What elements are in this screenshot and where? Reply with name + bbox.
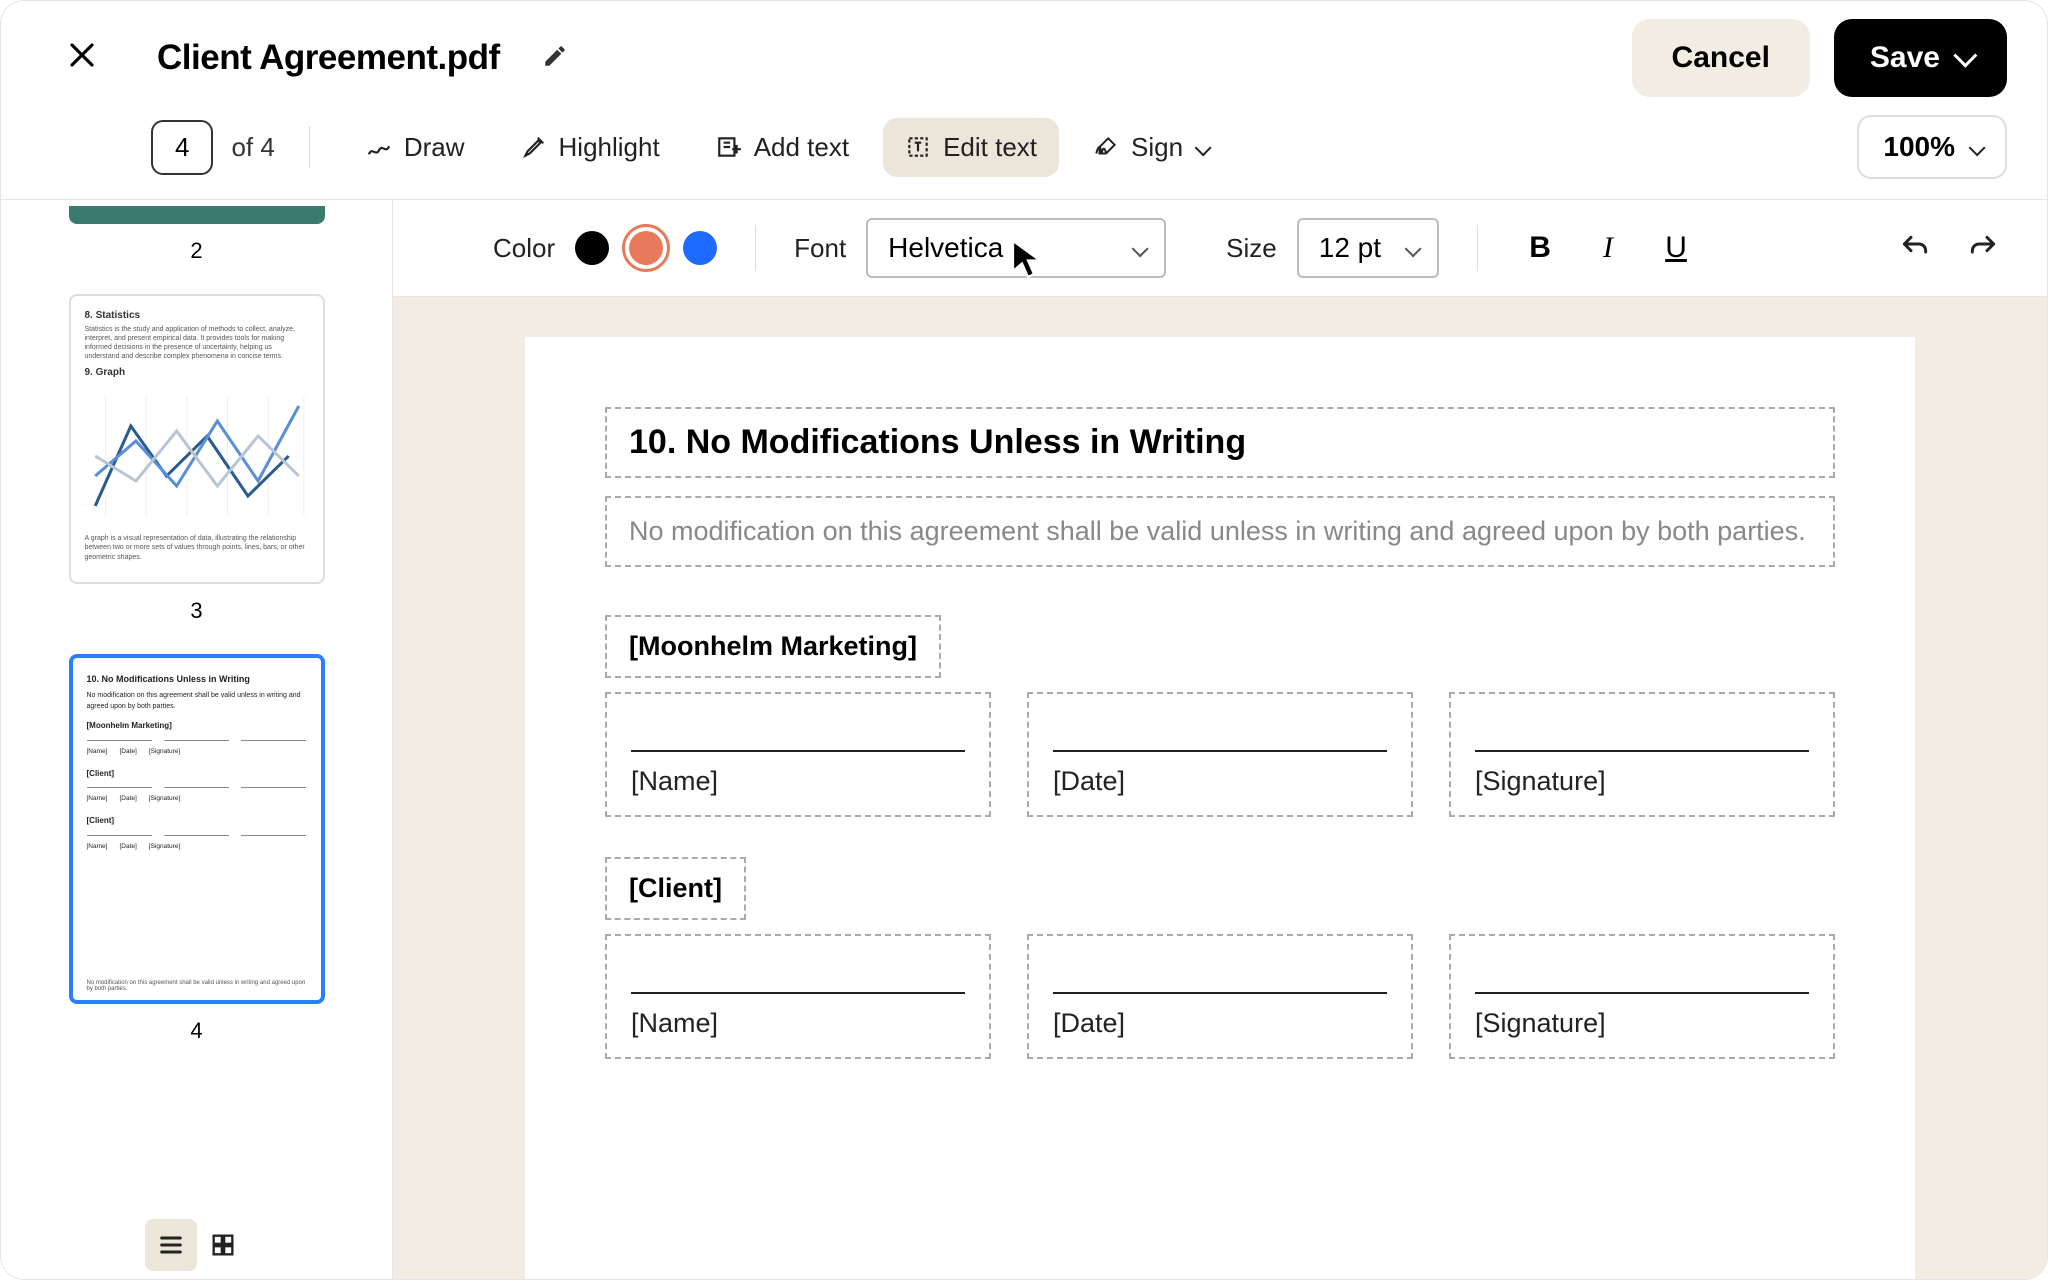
header: Client Agreement.pdf Cancel Save <box>1 1 2047 115</box>
edit-text-icon <box>905 134 931 160</box>
chevron-down-icon <box>1132 232 1144 264</box>
redo-button[interactable] <box>1959 224 2007 272</box>
chevron-down-icon <box>1969 131 1981 163</box>
editable-party1[interactable]: [Moonhelm Marketing] <box>605 615 941 678</box>
tool-sign[interactable]: Sign <box>1071 118 1229 177</box>
undo-icon <box>1899 232 1931 264</box>
bold-button[interactable]: B <box>1516 224 1564 272</box>
close-icon <box>67 40 97 70</box>
sign-icon <box>1093 134 1119 160</box>
color-orange[interactable] <box>629 231 663 265</box>
view-list-button[interactable] <box>145 1219 197 1271</box>
format-bar: Color Font Helvetica Size 12 pt B I <box>393 200 2047 297</box>
tool-draw[interactable]: Draw <box>344 118 487 177</box>
color-blue[interactable] <box>683 231 717 265</box>
editable-name-2[interactable]: [Name] <box>605 934 991 1059</box>
thumbnail-label-2: 2 <box>190 238 202 264</box>
color-label: Color <box>493 233 555 264</box>
page-input[interactable]: 4 <box>151 120 213 175</box>
chevron-down-icon <box>1954 41 1971 75</box>
rename-button[interactable] <box>542 43 568 74</box>
save-button-label: Save <box>1870 41 1940 75</box>
editable-heading[interactable]: 10. No Modifications Unless in Writing <box>605 407 1835 478</box>
thumbnail-label-3: 3 <box>190 598 202 624</box>
editable-signature-1[interactable]: [Signature] <box>1449 692 1835 817</box>
size-select[interactable]: 12 pt <box>1297 218 1439 278</box>
list-icon <box>157 1231 185 1259</box>
editable-body[interactable]: No modification on this agreement shall … <box>605 496 1835 567</box>
chevron-down-icon <box>1195 132 1207 163</box>
color-black[interactable] <box>575 231 609 265</box>
save-button[interactable]: Save <box>1834 19 2007 97</box>
editable-name-1[interactable]: [Name] <box>605 692 991 817</box>
underline-button[interactable]: U <box>1652 224 1700 272</box>
close-button[interactable] <box>61 33 103 83</box>
draw-icon <box>366 134 392 160</box>
editable-party2[interactable]: [Client] <box>605 857 746 920</box>
toolbar: 4 of 4 Draw Highlight Add text Edit text… <box>1 115 2047 199</box>
tool-highlight[interactable]: Highlight <box>499 118 682 177</box>
cancel-button[interactable]: Cancel <box>1632 19 1810 97</box>
grid-icon <box>209 1231 237 1259</box>
document-page: 10. No Modifications Unless in Writing N… <box>525 337 1915 1279</box>
zoom-select[interactable]: 100% <box>1857 115 2007 179</box>
editable-signature-2[interactable]: [Signature] <box>1449 934 1835 1059</box>
thumbnail-page-2[interactable] <box>69 206 325 224</box>
size-label: Size <box>1226 233 1277 264</box>
font-select[interactable]: Helvetica <box>866 218 1166 278</box>
editable-date-2[interactable]: [Date] <box>1027 934 1413 1059</box>
undo-button[interactable] <box>1891 224 1939 272</box>
chevron-down-icon <box>1405 232 1417 264</box>
thumbnail-page-4[interactable]: 10. No Modifications Unless in Writing N… <box>69 654 325 1004</box>
font-label: Font <box>794 233 846 264</box>
view-grid-button[interactable] <box>197 1219 249 1271</box>
document-title: Client Agreement.pdf <box>157 38 500 78</box>
pencil-icon <box>542 43 568 69</box>
italic-button[interactable]: I <box>1584 224 1632 272</box>
add-text-icon <box>716 134 742 160</box>
tool-edit-text[interactable]: Edit text <box>883 118 1059 177</box>
thumbnail-label-4: 4 <box>190 1018 202 1044</box>
redo-icon <box>1967 232 1999 264</box>
editable-date-1[interactable]: [Date] <box>1027 692 1413 817</box>
thumbnail-page-3[interactable]: 8. Statistics Statistics is the study an… <box>69 294 325 584</box>
tool-add-text[interactable]: Add text <box>694 118 871 177</box>
page-total: of 4 <box>231 132 274 163</box>
thumbnail-sidebar: 2 8. Statistics Statistics is the study … <box>1 200 393 1279</box>
mini-chart <box>85 386 309 526</box>
highlight-icon <box>521 134 547 160</box>
